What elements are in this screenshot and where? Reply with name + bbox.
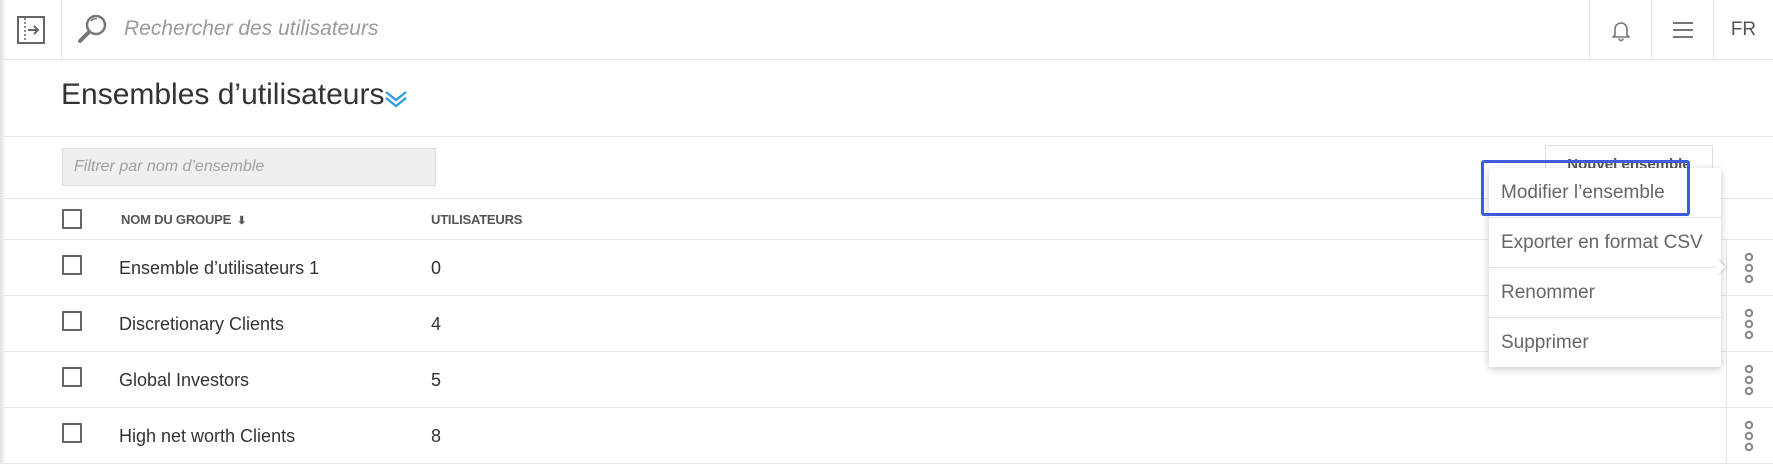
menu-item-export-csv[interactable]: Exporter en format CSV [1489,218,1721,268]
row-checkbox[interactable] [62,311,82,331]
search-icon [78,14,107,43]
menu-item-delete[interactable]: Supprimer [1489,318,1721,368]
hamburger-menu-icon [1672,21,1693,38]
table-row: High net worth Clients 8 [0,408,1773,464]
group-name[interactable]: Discretionary Clients [119,314,284,335]
user-count: 4 [431,314,442,334]
user-search-input[interactable] [124,12,1024,46]
more-options-icon[interactable] [1742,252,1756,284]
column-header-label: NOM DU GROUPE [121,212,232,227]
user-count: 5 [431,370,442,390]
page-title: Ensembles d’utilisateurs [61,78,385,111]
group-name[interactable]: Ensemble d’utilisateurs 1 [119,258,319,279]
title-divider [0,136,1773,137]
group-name[interactable]: Global Investors [119,370,249,391]
more-options-icon[interactable] [1742,308,1756,340]
sort-down-icon: ⬇ [237,215,247,227]
user-count: 8 [431,426,442,446]
column-header-users[interactable]: UTILISATEURS [431,212,522,227]
language-selector[interactable]: FR [1713,0,1773,59]
top-bar: FR [0,0,1773,60]
menu-item-rename[interactable]: Renommer [1489,268,1721,318]
group-name[interactable]: High net worth Clients [119,426,295,447]
language-label: FR [1730,18,1757,40]
sidebar-toggle-icon [16,15,45,44]
row-actions [1726,352,1773,408]
chevron-down-icon[interactable] [383,89,409,109]
row-checkbox[interactable] [62,423,82,443]
more-options-icon[interactable] [1742,420,1756,452]
user-count: 0 [431,258,442,278]
row-actions [1726,408,1773,464]
menu-item-edit-set[interactable]: Modifier l’ensemble [1489,168,1721,218]
row-context-menu: Modifier l’ensemble Exporter en format C… [1489,168,1721,367]
bell-icon [1611,21,1630,41]
set-name-filter-input[interactable] [62,148,436,186]
select-all-checkbox[interactable] [62,209,82,229]
notifications-button[interactable] [1589,0,1651,59]
column-header-group-name[interactable]: NOM DU GROUPE ⬇ [121,212,246,227]
main-menu-button[interactable] [1651,0,1713,59]
context-menu-pointer [1716,258,1725,276]
row-actions [1726,296,1773,352]
row-checkbox[interactable] [62,255,82,275]
row-checkbox[interactable] [62,367,82,387]
sidebar-toggle-button[interactable] [0,0,62,59]
more-options-icon[interactable] [1742,364,1756,396]
row-actions [1726,240,1773,296]
